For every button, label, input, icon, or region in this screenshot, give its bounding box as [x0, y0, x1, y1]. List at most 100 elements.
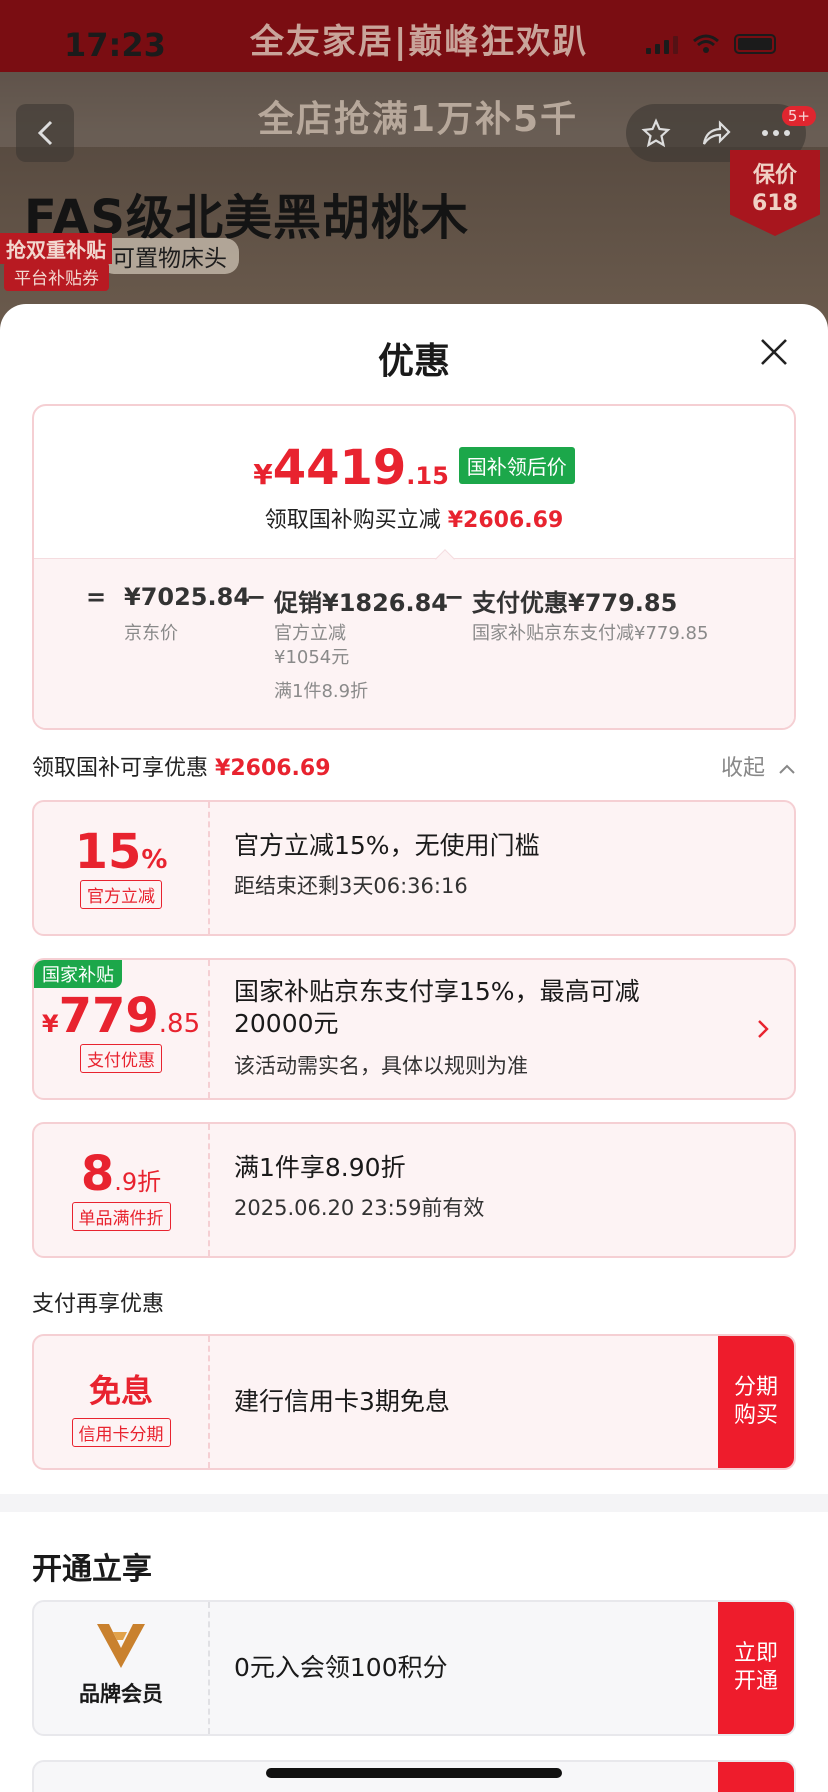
- status-time: 17:23: [64, 26, 166, 64]
- card-right: 满1件享8.90折 2025.06.20 23:59前有效: [210, 1124, 794, 1256]
- card-value: ¥779.85: [34, 988, 208, 1044]
- platform-tag: 平台补贴券: [4, 262, 109, 291]
- card-left: 免息 信用卡分期: [34, 1336, 210, 1468]
- gov-section-label: 领取国补可享优惠 ¥2606.69: [32, 750, 331, 782]
- coupon-card-gov-pay[interactable]: ¥779.85 支付优惠 国家补贴 国家补贴京东支付享15%，最高可减20000…: [32, 958, 796, 1100]
- discount-sheet: 优惠 ¥4419.15 国补领后价 领取国补购买立减 ¥2606.69 = ¥70…: [0, 304, 828, 1792]
- promo-sub-discount: 满1件8.9折: [274, 681, 369, 702]
- card-title: 建行信用卡3期免息: [234, 1387, 450, 1416]
- card-right: 0元入会领100积分: [210, 1602, 794, 1734]
- member-card[interactable]: 品牌会员 0元入会领100积分 立即开通: [32, 1600, 796, 1736]
- card-value-big: 779: [58, 988, 159, 1044]
- promo-sub-amount: ¥1054元: [274, 647, 350, 668]
- badge-618-text: 618: [752, 191, 798, 216]
- installment-card[interactable]: 免息 信用卡分期 建行信用卡3期免息 分期购买: [32, 1334, 796, 1470]
- minus-sign-2: −: [444, 583, 465, 611]
- product-subline: 可置物床头: [100, 238, 239, 274]
- sheet-title: 优惠: [377, 341, 450, 382]
- open-section-title: 开通立享: [32, 1552, 152, 1587]
- card-title: 0元入会领100积分: [234, 1653, 448, 1682]
- star-icon[interactable]: [641, 118, 671, 148]
- card-tag: 支付优惠: [80, 1044, 162, 1073]
- card-expiry: 2025.06.20 23:59前有效: [234, 1196, 485, 1220]
- next-card-button[interactable]: [718, 1762, 794, 1792]
- share-icon[interactable]: [700, 118, 732, 148]
- card-note: 该活动需实名，具体以规则为准: [234, 1054, 528, 1078]
- gov-price-tag: 国补领后价: [458, 447, 575, 484]
- card-value-small: .85: [158, 1009, 201, 1039]
- wifi-icon: [693, 34, 719, 53]
- price-decimal: .15: [406, 462, 449, 490]
- card-right: 国家补贴京东支付享15%，最高可减20000元 该活动需实名，具体以规则为准: [210, 960, 794, 1098]
- sub-banner-text: 全店抢满1万补5千: [258, 99, 579, 140]
- card-right: 官方立减15%，无使用门槛 距结束还剩3天06:36:16: [210, 802, 794, 934]
- status-icons: [646, 34, 776, 54]
- card-tag: 官方立减: [80, 880, 162, 909]
- home-indicator: [266, 1768, 562, 1778]
- card-value: 8.9折: [34, 1146, 208, 1202]
- card-value-big: 免息: [88, 1372, 153, 1410]
- badge-price-text: 保价: [752, 163, 797, 188]
- minus-sign-1: −: [246, 583, 267, 611]
- gov-section-amount: ¥2606.69: [215, 756, 331, 781]
- join-member-button[interactable]: 立即开通: [718, 1602, 794, 1734]
- card-value-small: .9折: [114, 1168, 162, 1196]
- subsidy-tag: 抢双重补贴: [0, 233, 112, 264]
- card-countdown: 距结束还剩3天06:36:16: [234, 874, 468, 898]
- more-icon[interactable]: [761, 128, 791, 138]
- coupon-card-discount[interactable]: 8.9折 单品满件折 满1件享8.90折 2025.06.20 23:59前有效: [32, 1122, 796, 1258]
- pay-discount-sub: 国家补贴京东支付减¥779.85: [472, 623, 709, 644]
- price-protect-badge: 保价 618: [730, 150, 820, 236]
- pay-section-label: 支付再享优惠: [32, 1292, 165, 1317]
- close-icon[interactable]: [756, 334, 792, 370]
- final-price: ¥4419.15 国补领后价: [34, 440, 794, 496]
- card-value-big: 15: [74, 824, 142, 880]
- collapse-label: 收起: [720, 756, 765, 781]
- price-symbol: ¥: [253, 458, 273, 491]
- signal-icon: [646, 34, 678, 54]
- section-divider: [0, 1494, 828, 1512]
- chevron-up-icon: [779, 764, 795, 774]
- join-member-label: 立即开通: [733, 1641, 778, 1694]
- member-label: 品牌会员: [79, 1682, 163, 1706]
- price-summary: ¥4419.15 国补领后价 领取国补购买立减 ¥2606.69 = ¥7025.…: [32, 404, 796, 730]
- card-title: 满1件享8.90折: [234, 1153, 406, 1182]
- card-tag: 信用卡分期: [71, 1418, 171, 1447]
- collapse-button[interactable]: 收起: [721, 750, 796, 782]
- card-left: 品牌会员: [34, 1602, 210, 1734]
- promo-amount: 促销¥1826.84: [274, 589, 449, 617]
- banner-title: 全友家居|巅峰狂欢趴: [250, 22, 589, 62]
- equals-sign: =: [86, 583, 107, 611]
- gov-section-text: 领取国补可享优惠: [32, 756, 209, 781]
- promo-sub-official: 官方立减: [274, 623, 346, 644]
- card-title: 国家补贴京东支付享15%，最高可减20000元: [234, 977, 640, 1038]
- card-tag: 单品满件折: [71, 1202, 171, 1231]
- installment-buy-button[interactable]: 分期购买: [718, 1336, 794, 1468]
- card-value-small: %: [141, 845, 168, 875]
- chevron-left-icon: [37, 120, 53, 146]
- card-right: 建行信用卡3期免息: [210, 1336, 794, 1468]
- reduce-text: 领取国补购买立减: [264, 508, 441, 533]
- chevron-right-icon: [758, 1020, 769, 1038]
- summary-top: ¥4419.15 国补领后价 领取国补购买立减 ¥2606.69: [34, 406, 794, 558]
- card-value-symbol: ¥: [41, 1010, 59, 1038]
- reduce-amount: ¥2606.69: [447, 508, 564, 533]
- card-value: 15%: [34, 824, 208, 880]
- brand-logo-icon: [97, 1624, 145, 1668]
- jd-price: ¥7025.84: [124, 583, 251, 611]
- message-badge: 5+: [781, 106, 816, 126]
- back-button[interactable]: [16, 104, 74, 162]
- reduce-row: 领取国补购买立减 ¥2606.69: [34, 502, 794, 534]
- gov-subsidy-corner: 国家补贴: [34, 960, 122, 988]
- card-left: 15% 官方立减: [34, 802, 210, 934]
- jd-price-label: 京东价: [124, 623, 178, 644]
- coupon-card-official[interactable]: 15% 官方立减 官方立减15%，无使用门槛 距结束还剩3天06:36:16: [32, 800, 796, 936]
- price-integer: 4419: [272, 440, 407, 496]
- card-title: 官方立减15%，无使用门槛: [234, 831, 540, 860]
- card-left: 8.9折 单品满件折: [34, 1124, 210, 1256]
- background-product-page: 全友家居|巅峰狂欢趴 17:23 全店抢满1万补5千 5+ FAS级北美黑胡桃木…: [0, 0, 828, 330]
- pay-discount: 支付优惠¥779.85: [472, 589, 678, 617]
- price-breakdown: = ¥7025.84 京东价 − 促销¥1826.84 官方立减 ¥1054元 …: [34, 558, 794, 728]
- installment-buy-label: 分期购买: [733, 1375, 778, 1428]
- card-value-big: 8: [80, 1146, 115, 1202]
